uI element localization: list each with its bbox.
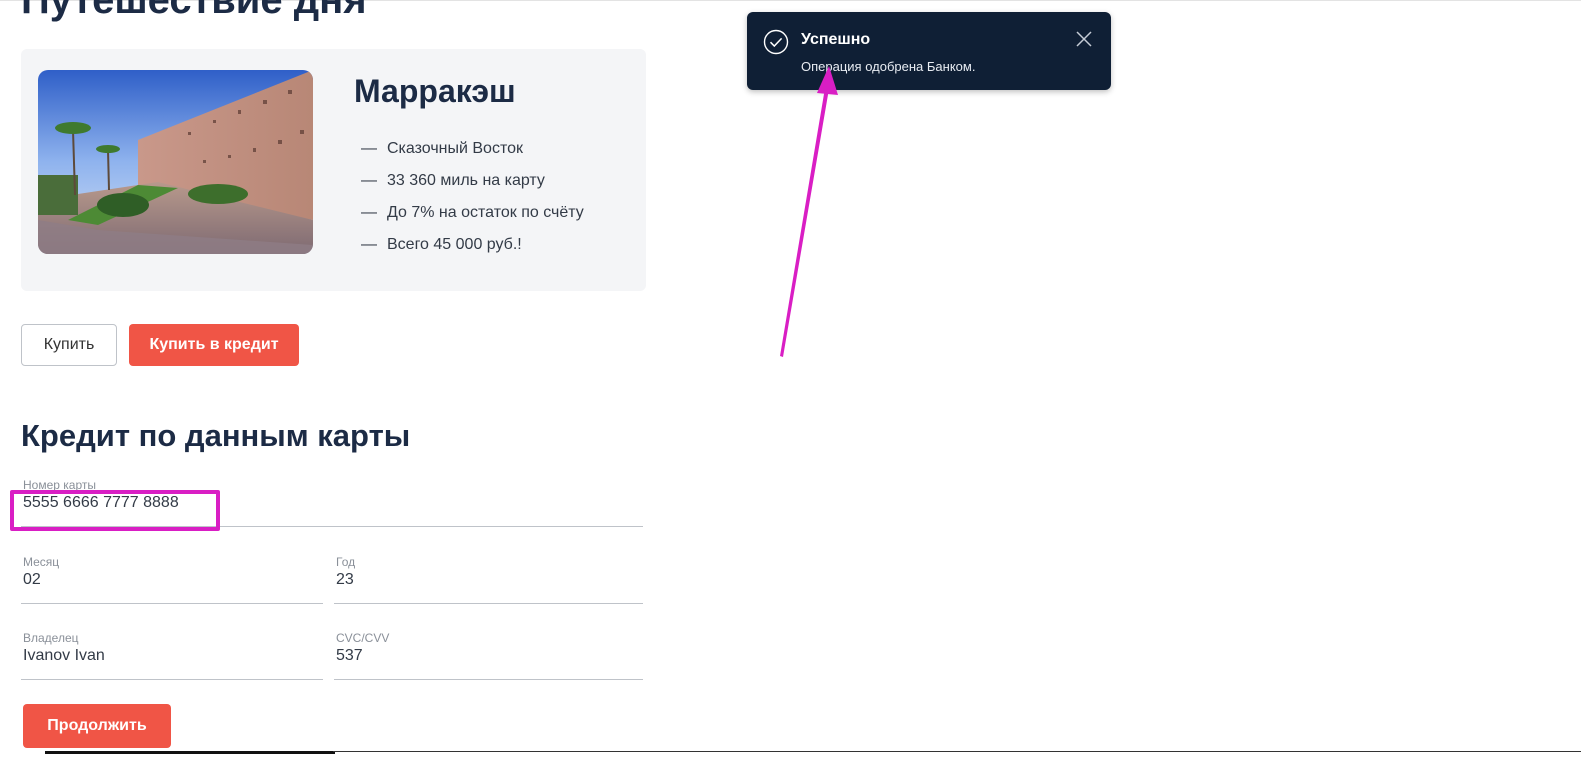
notification-title: Успешно bbox=[801, 31, 871, 48]
bottom-divider-right bbox=[333, 751, 1581, 752]
month-input[interactable] bbox=[23, 571, 310, 589]
buy-credit-button[interactable]: Купить в кредит bbox=[129, 324, 299, 366]
feature-item: — Сказочный Восток bbox=[361, 140, 523, 157]
notification-message: Операция одобрена Банком. bbox=[801, 59, 976, 74]
cvc-input[interactable] bbox=[336, 647, 630, 665]
owner-input[interactable] bbox=[23, 647, 310, 665]
month-label: Месяц bbox=[23, 555, 60, 569]
tour-image bbox=[38, 70, 313, 254]
cvc-label: CVC/CVV bbox=[336, 631, 390, 645]
year-input[interactable] bbox=[336, 571, 630, 589]
continue-button[interactable]: Продолжить bbox=[23, 704, 171, 748]
feature-item: — До 7% на остаток по счёту bbox=[361, 204, 584, 221]
cvc-field: CVC/CVV bbox=[334, 631, 643, 680]
bottom-divider bbox=[45, 751, 335, 754]
success-notification: Успешно Операция одобрена Банком. bbox=[747, 12, 1111, 90]
feature-list: — Сказочный Восток —33 360 миль на карту … bbox=[361, 133, 584, 261]
marrakech-photo bbox=[38, 70, 313, 254]
page-title: Путешествие дня bbox=[21, 0, 367, 22]
year-label: Год bbox=[336, 555, 356, 569]
owner-label: Владелец bbox=[23, 631, 79, 645]
close-icon[interactable] bbox=[1075, 30, 1093, 48]
check-circle-icon bbox=[763, 29, 789, 55]
city-title: Марракэш bbox=[354, 73, 516, 109]
tour-card: Марракэш — Сказочный Восток —33 360 миль … bbox=[21, 49, 646, 291]
year-field: Год bbox=[334, 555, 643, 604]
annotation-highlight-box bbox=[10, 490, 220, 531]
month-field: Месяц bbox=[21, 555, 323, 604]
feature-item: —33 360 миль на карту bbox=[361, 172, 545, 189]
form-title: Кредит по данным карты bbox=[21, 418, 411, 453]
feature-item: — Всего 45 000 руб.! bbox=[361, 236, 522, 253]
buy-button[interactable]: Купить bbox=[21, 324, 117, 366]
owner-field: Владелец bbox=[21, 631, 323, 680]
